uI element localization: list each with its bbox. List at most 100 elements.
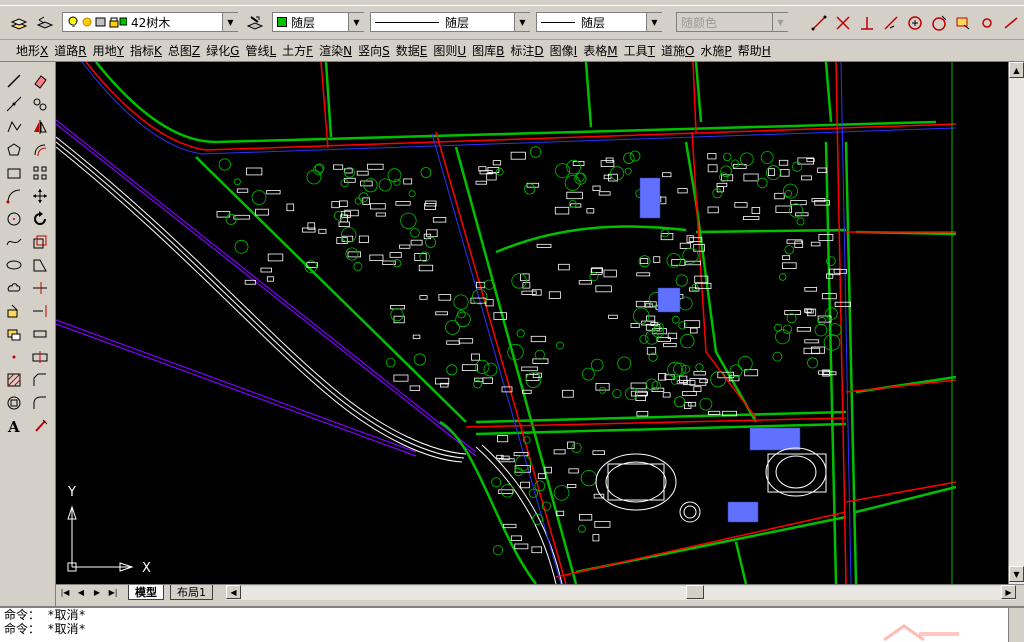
linetype-combo[interactable]: 随层 ▼ [370, 12, 530, 32]
scroll-thumb[interactable] [686, 585, 704, 599]
building [782, 262, 797, 269]
offset-icon[interactable] [28, 139, 52, 161]
extend-icon[interactable] [28, 300, 52, 322]
scroll-right-icon[interactable]: ▶ [1001, 585, 1016, 599]
command-window[interactable]: 命令： *取消* 命令： *取消* [0, 606, 1024, 642]
building-blocks [216, 151, 851, 554]
menu-item[interactable]: 指标K [128, 42, 166, 59]
center-icon[interactable] [904, 12, 926, 34]
prev-tab-icon[interactable]: ◀ [74, 586, 88, 599]
menu-item[interactable]: 数据E [394, 42, 432, 59]
menu-item-label: 表格 [583, 44, 608, 58]
stretch-icon[interactable] [28, 254, 52, 276]
perpendicular-icon[interactable] [856, 12, 878, 34]
construction-line-icon[interactable] [2, 93, 26, 115]
menu-item[interactable]: 用地Y [91, 42, 128, 59]
building [369, 203, 386, 210]
menu-item[interactable]: 工具T [622, 42, 659, 59]
scroll-up-icon[interactable]: ▲ [1009, 62, 1024, 78]
rotate-icon[interactable] [28, 208, 52, 230]
layer-combo[interactable]: 42树木 ▼ [62, 12, 238, 32]
command-scrollbar[interactable] [1008, 608, 1024, 642]
menu-item[interactable]: 绿化G [204, 42, 243, 59]
mirror-icon[interactable] [28, 116, 52, 138]
menu-item[interactable]: 帮助H [736, 42, 775, 59]
copy-icon[interactable] [28, 93, 52, 115]
menu-item[interactable]: 水施P [698, 42, 735, 59]
layer-manager-icon[interactable] [8, 12, 30, 34]
chevron-down-icon[interactable]: ▼ [646, 13, 662, 31]
polygon-icon[interactable] [2, 139, 26, 161]
building [485, 299, 494, 307]
fillet-icon[interactable] [28, 392, 52, 414]
chevron-down-icon[interactable]: ▼ [514, 13, 530, 31]
menu-item[interactable]: 竖向S [356, 42, 394, 59]
vertical-scrollbar[interactable]: ▲ ▼ [1008, 62, 1024, 584]
chamfer-icon[interactable] [28, 369, 52, 391]
first-tab-icon[interactable]: |◀ [58, 586, 72, 599]
chevron-down-icon[interactable]: ▼ [348, 13, 364, 31]
polyline-icon[interactable] [2, 116, 26, 138]
tangent-icon[interactable] [880, 12, 902, 34]
break-at-point-icon[interactable] [28, 346, 52, 368]
building [482, 377, 493, 384]
lineweight-combo[interactable]: 随层 ▼ [536, 12, 662, 32]
revcloud-icon[interactable] [2, 277, 26, 299]
horizontal-scrollbar[interactable]: ◀ ▶ [226, 585, 1016, 600]
region-icon[interactable] [2, 392, 26, 414]
color-combo[interactable]: 随层 ▼ [272, 12, 364, 32]
last-tab-icon[interactable]: ▶| [106, 586, 120, 599]
circle-icon[interactable] [2, 208, 26, 230]
array-icon[interactable] [28, 162, 52, 184]
line-tool-icon[interactable] [808, 12, 830, 34]
menu-item[interactable]: 图则U [431, 42, 470, 59]
line-icon[interactable] [2, 70, 26, 92]
menu-item[interactable]: 道施O [659, 42, 698, 59]
scroll-left-icon[interactable]: ◀ [226, 585, 241, 599]
drawing-canvas[interactable]: Y X [56, 62, 1008, 584]
spline-icon[interactable] [2, 231, 26, 253]
intersection-icon[interactable] [832, 12, 854, 34]
building [567, 441, 575, 449]
tree [392, 259, 402, 268]
menu-item[interactable]: 管线L [243, 42, 280, 59]
move-icon[interactable] [28, 185, 52, 207]
chevron-down-icon: ▼ [772, 13, 788, 31]
tab-layout1[interactable]: 布局1 [170, 585, 213, 600]
menu-item[interactable]: 总图Z [166, 42, 204, 59]
point-icon[interactable] [2, 346, 26, 368]
menu-item[interactable]: 图库B [470, 42, 508, 59]
ellipse-icon[interactable] [2, 254, 26, 276]
text-icon[interactable]: A [2, 415, 26, 437]
tab-model[interactable]: 模型 [128, 585, 164, 600]
scroll-down-icon[interactable]: ▼ [1009, 566, 1024, 582]
eraser-icon[interactable] [28, 70, 52, 92]
explode-icon[interactable] [28, 415, 52, 437]
trim-icon[interactable] [28, 277, 52, 299]
insert-point-icon[interactable] [952, 12, 974, 34]
next-tab-icon[interactable]: ▶ [90, 586, 104, 599]
layer-state-icons [68, 16, 127, 28]
chevron-down-icon[interactable]: ▼ [222, 13, 238, 31]
hatch-icon[interactable] [2, 369, 26, 391]
building [520, 481, 531, 489]
menu-item[interactable]: 渲染N [317, 42, 356, 59]
insert-block-icon[interactable] [2, 300, 26, 322]
scale-icon[interactable] [28, 231, 52, 253]
tree [234, 239, 249, 254]
layer-previous-icon[interactable] [34, 12, 56, 34]
nearest-icon[interactable] [1000, 12, 1022, 34]
quadrant-icon[interactable] [928, 12, 950, 34]
menu-item[interactable]: 道路R [52, 42, 90, 59]
menu-item[interactable]: 表格M [581, 42, 621, 59]
make-block-icon[interactable] [2, 323, 26, 345]
break-icon[interactable] [28, 323, 52, 345]
menu-item[interactable]: 地形X [14, 42, 52, 59]
menu-item[interactable]: 图像I [548, 42, 582, 59]
make-object-layer-current-icon[interactable] [244, 12, 266, 34]
arc-icon[interactable] [2, 185, 26, 207]
menu-item[interactable]: 标注D [508, 42, 547, 59]
rectangle-icon[interactable] [2, 162, 26, 184]
node-icon[interactable] [976, 12, 998, 34]
menu-item[interactable]: 土方F [280, 42, 317, 59]
